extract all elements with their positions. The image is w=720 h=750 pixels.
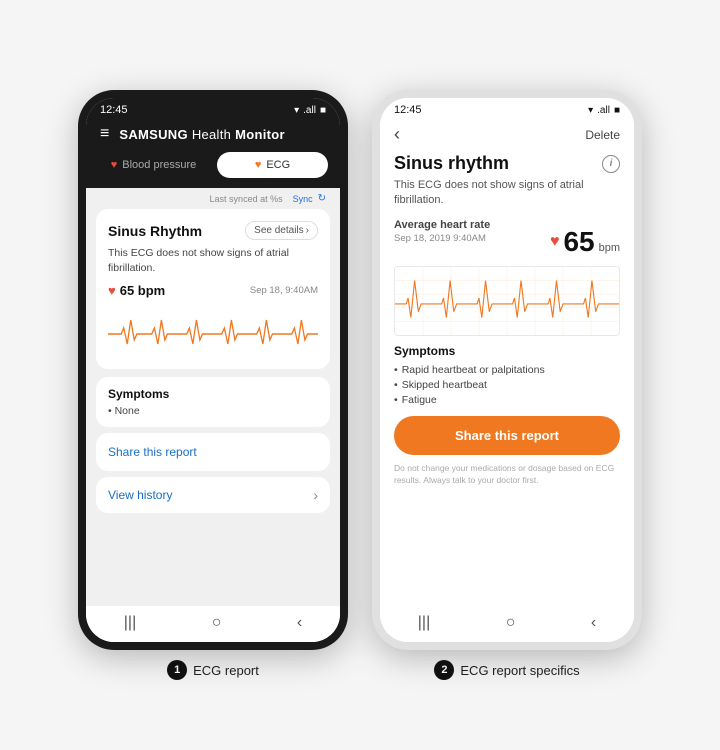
p2-title-row: Sinus rhythm i (394, 153, 620, 174)
back-nav-icon[interactable]: ‹ (297, 614, 302, 632)
sync-button[interactable]: Sync (293, 194, 313, 204)
phone1-time: 12:45 (100, 104, 128, 116)
symptoms-item-none: • None (108, 405, 318, 417)
info-icon[interactable]: i (602, 155, 620, 173)
label-badge-2: 2 (434, 660, 454, 680)
phone2-top-nav: ‹ Delete (380, 120, 634, 153)
symptoms-title: Symptoms (108, 387, 318, 401)
bpm-row: ♥ 65 bpm Sep 18, 9:40AM (108, 283, 318, 298)
p2-symptom-2: •Skipped heartbeat (394, 378, 620, 393)
phone1-wrapper: 12:45 ▾ .all ■ ≡ SAMSUNG Health Monitor (78, 90, 348, 680)
p2-symptoms-title: Symptoms (394, 344, 620, 358)
home-icon-p2[interactable]: ○ (506, 614, 516, 632)
share-report-link[interactable]: Share this report (108, 445, 197, 459)
signal-icon: .all (303, 105, 316, 116)
signal-icon-p2: .all (597, 105, 610, 116)
view-history-link[interactable]: View history (108, 488, 172, 502)
phone1-status-icons: ▾ .all ■ (294, 105, 326, 116)
p2-symptom-1: •Rapid heartbeat or palpitations (394, 363, 620, 378)
label-text-2: ECG report specifics (460, 663, 579, 678)
phone1: 12:45 ▾ .all ■ ≡ SAMSUNG Health Monitor (78, 90, 348, 650)
bpm-value: ♥ 65 bpm (108, 283, 165, 298)
phone1-content: Last synced at %s Sync ↻ Sinus Rhythm Se… (86, 188, 340, 606)
ecg-heart-icon: ♥ (255, 159, 262, 171)
phone2-nav-bar: ||| ○ ‹ (380, 606, 634, 642)
view-history-card[interactable]: View history › (96, 477, 330, 513)
wifi-icon: ▾ (294, 105, 299, 116)
label-text-1: ECG report (193, 663, 259, 678)
tab-blood-pressure[interactable]: ♥ Blood pressure (98, 152, 209, 178)
p2-page-title: Sinus rhythm (394, 153, 509, 174)
phone1-tab-bar: ♥ Blood pressure ♥ ECG (86, 152, 340, 188)
disclaimer-text: Do not change your medications or dosage… (394, 463, 620, 487)
phone1-screen: 12:45 ▾ .all ■ ≡ SAMSUNG Health Monitor (86, 98, 340, 642)
chevron-right-icon: › (313, 487, 318, 503)
sync-bar: Last synced at %s Sync ↻ (86, 188, 340, 209)
tab-ecg[interactable]: ♥ ECG (217, 152, 328, 178)
menu-icon[interactable]: ≡ (100, 126, 109, 142)
share-report-card[interactable]: Share this report (96, 433, 330, 471)
battery-icon: ■ (320, 105, 326, 116)
heart-icon: ♥ (108, 283, 116, 298)
battery-icon-p2: ■ (614, 105, 620, 116)
card-header: Sinus Rhythm See details › (108, 221, 318, 240)
label-badge-1: 1 (167, 660, 187, 680)
phone2-content: Sinus rhythm i This ECG does not show si… (380, 153, 634, 606)
phone2-status-icons: ▾ .all ■ (588, 105, 620, 116)
phone2-time: 12:45 (394, 104, 422, 116)
p2-symptom-3: •Fatigue (394, 393, 620, 408)
card-description: This ECG does not show signs of atrial f… (108, 246, 318, 275)
app-brand: SAMSUNG Health Monitor (119, 127, 285, 142)
phone1-status-bar: 12:45 ▾ .all ■ (86, 98, 340, 120)
back-button[interactable]: ‹ (394, 124, 400, 145)
phone2-screen: 12:45 ▾ .all ■ ‹ Delete Sinus r (380, 98, 634, 642)
delete-button[interactable]: Delete (585, 128, 620, 142)
phone2-label: 2 ECG report specifics (372, 660, 642, 680)
chevron-right-icon: › (306, 225, 309, 236)
see-details-button[interactable]: See details › (245, 221, 318, 240)
phone1-nav-bar: ||| ○ ‹ (86, 606, 340, 642)
recent-apps-icon[interactable]: ||| (124, 614, 136, 632)
sinus-rhythm-card: Sinus Rhythm See details › This ECG does… (96, 209, 330, 369)
p2-subtitle: This ECG does not show signs of atrial f… (394, 178, 620, 209)
hr-value: 65 (563, 226, 594, 258)
p2-symptoms-section: Symptoms •Rapid heartbeat or palpitation… (394, 344, 620, 408)
ecg-date: Sep 18, 9:40AM (250, 285, 318, 296)
symptoms-card: Symptoms • None (96, 377, 330, 427)
phone2: 12:45 ▾ .all ■ ‹ Delete Sinus r (372, 90, 642, 650)
phone2-status-bar: 12:45 ▾ .all ■ (380, 98, 634, 120)
bp-heart-icon: ♥ (111, 159, 118, 171)
wifi-icon-p2: ▾ (588, 105, 593, 116)
sync-text: Last synced at %s (210, 194, 288, 204)
share-report-button[interactable]: Share this report (394, 416, 620, 455)
heart-rate-section: Average heart rate Sep 18, 2019 9:40AM ♥… (394, 219, 620, 258)
sync-icon: ↻ (318, 193, 326, 204)
phone1-label: 1 ECG report (78, 660, 348, 680)
p2-ecg-chart (394, 266, 620, 336)
heart-icon-p2: ♥ (550, 233, 560, 251)
back-nav-icon-p2[interactable]: ‹ (591, 614, 596, 632)
phone2-wrapper: 12:45 ▾ .all ■ ‹ Delete Sinus r (372, 90, 642, 680)
home-icon[interactable]: ○ (212, 614, 222, 632)
card-title: Sinus Rhythm (108, 223, 202, 239)
app-name-health: Health (192, 127, 231, 142)
ecg-chart (108, 306, 318, 352)
recent-apps-icon-p2[interactable]: ||| (418, 614, 430, 632)
phone1-header: ≡ SAMSUNG Health Monitor (86, 120, 340, 152)
phones-container: 12:45 ▾ .all ■ ≡ SAMSUNG Health Monitor (48, 70, 672, 680)
hr-unit: bpm (599, 242, 620, 254)
